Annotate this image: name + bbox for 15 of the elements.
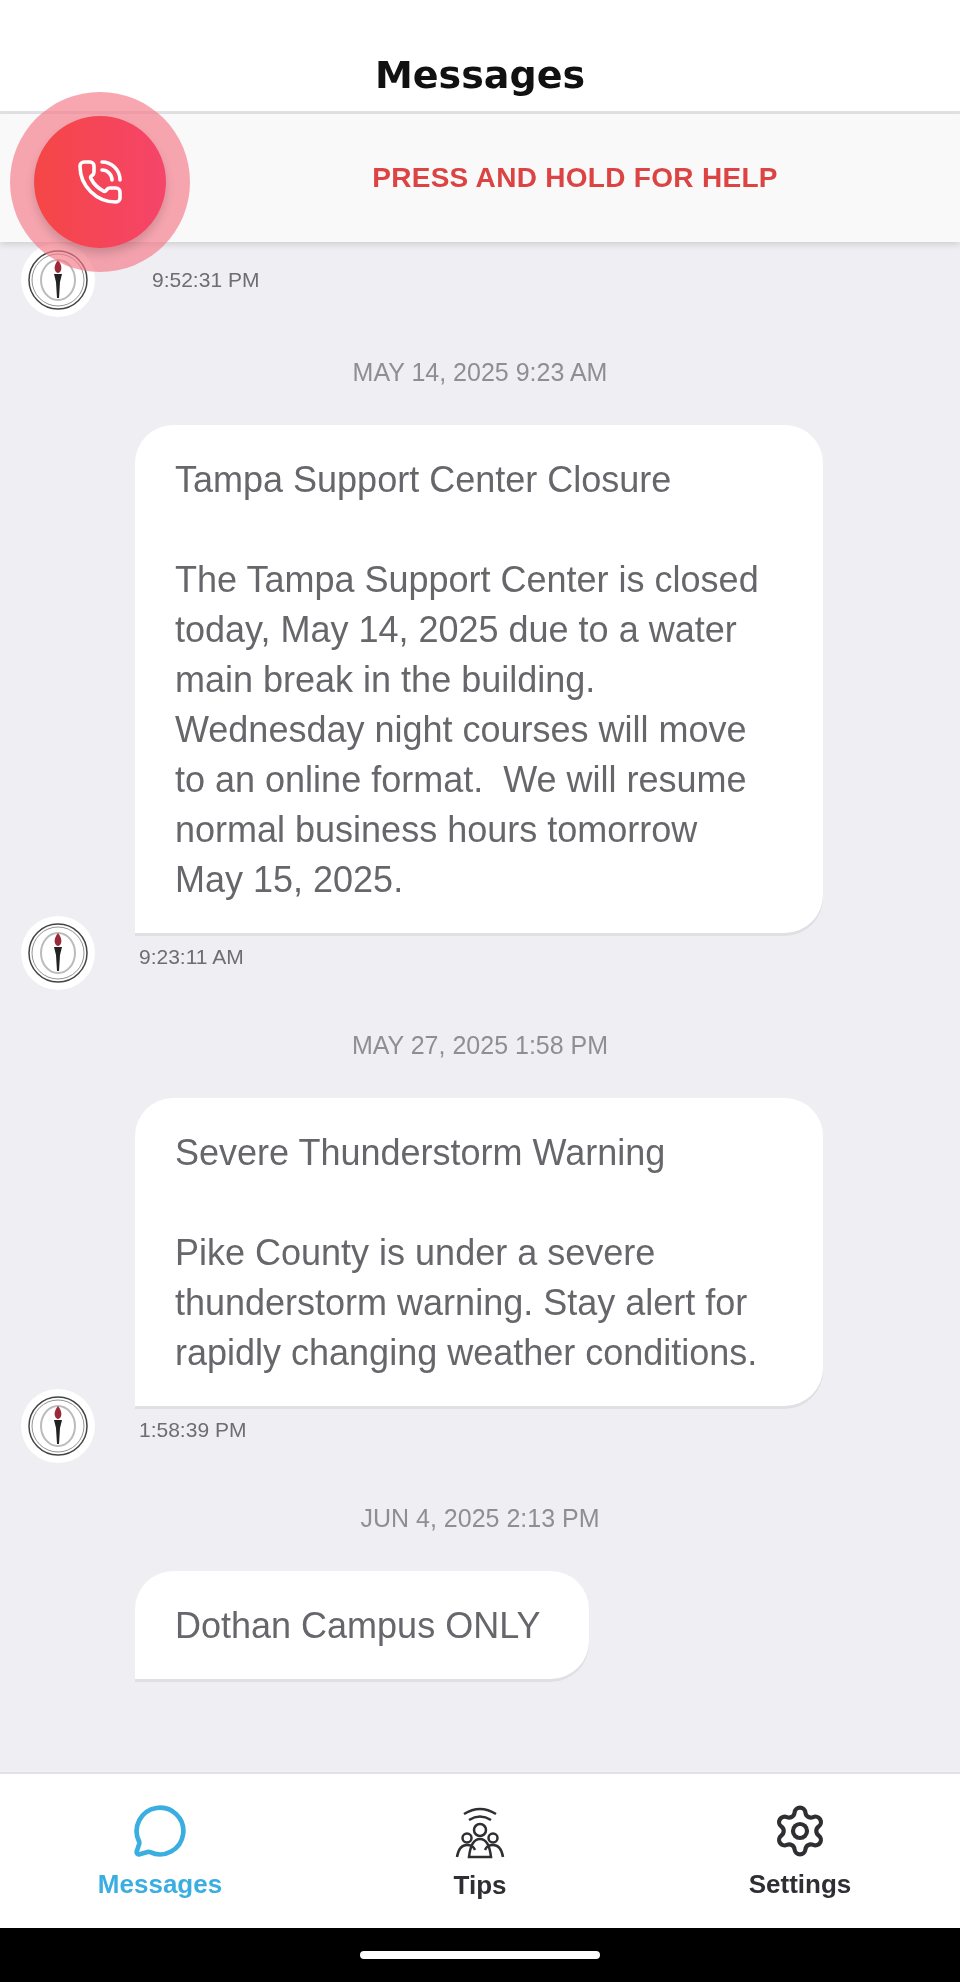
message-time: 1:58:39 PM xyxy=(139,1418,247,1442)
date-label: MAY 27, 2025 1:58 PM xyxy=(350,1031,610,1060)
message-time: 9:23:11 AM xyxy=(139,945,244,969)
message-body: The Tampa Support Center is closed today, May 14, 2025 due to a water main break in the building. Wednesday night courses will move to an online format. We will resume normal business hours tomorrow May 15, 2025. xyxy=(175,558,760,902)
message-title: Tampa Support Center Closure xyxy=(175,458,673,502)
help-instruction: PRESS AND HOLD FOR HELP xyxy=(372,162,778,194)
message-time: 9:52:31 PM xyxy=(152,268,260,292)
message-title: Severe Thunderstorm Warning xyxy=(175,1131,667,1175)
date-label: MAY 14, 2025 9:23 AM xyxy=(351,358,609,387)
message-body: Pike County is under a severe thunderstorm warning. Stay alert for rapidly changing weather conditions. xyxy=(175,1231,759,1375)
tab[interactable]: Settings xyxy=(640,1774,960,1928)
date-label: JUN 4, 2025 2:13 PM xyxy=(359,1504,601,1533)
tab[interactable]: Tips xyxy=(320,1774,640,1928)
screen-title: Messages xyxy=(374,53,586,97)
message-title: Dothan Campus ONLY xyxy=(175,1604,541,1648)
